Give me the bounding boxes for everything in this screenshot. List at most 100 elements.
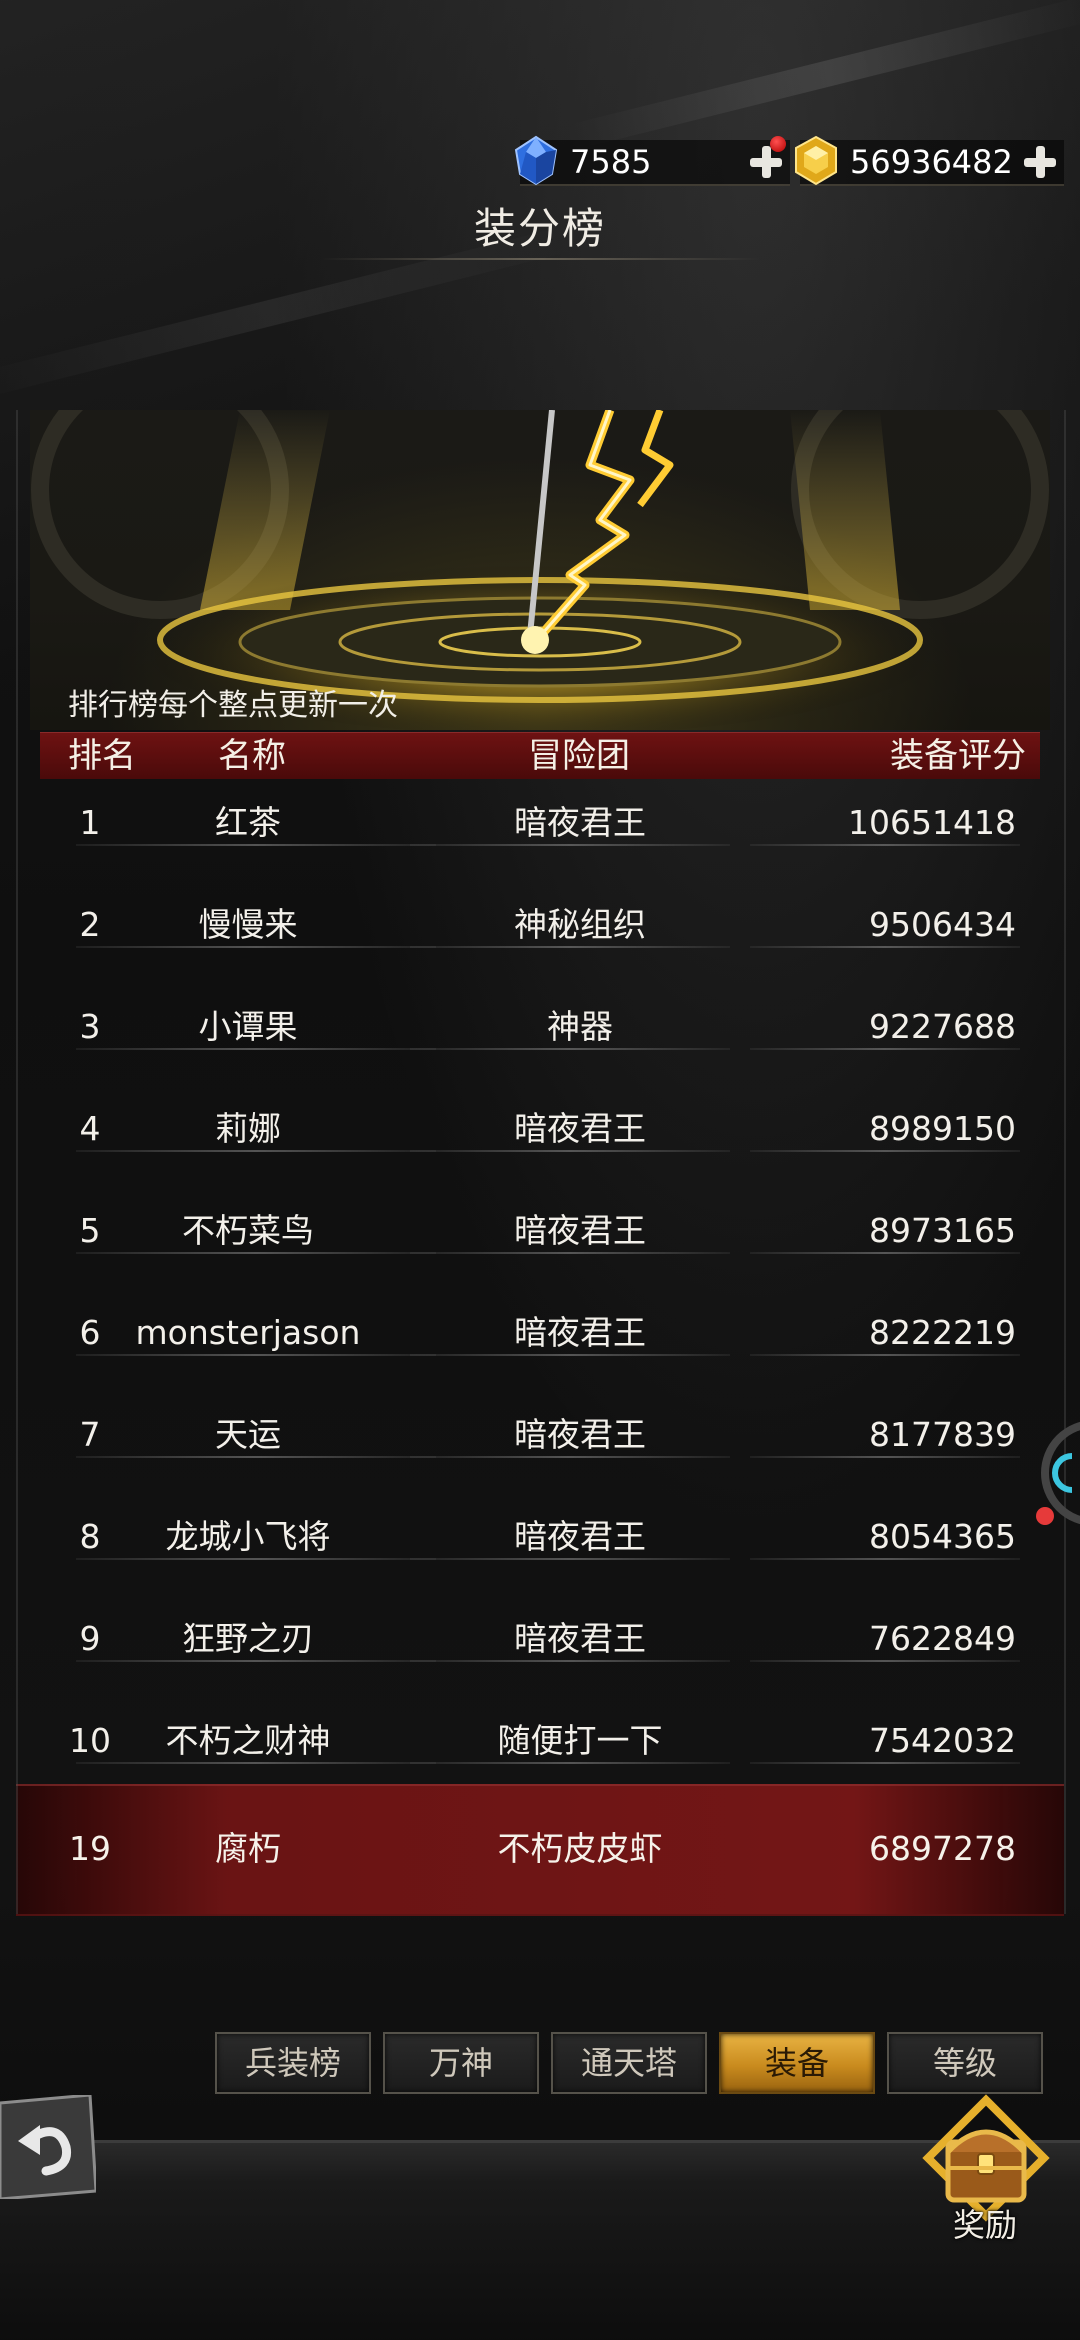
row-divider bbox=[76, 1252, 436, 1254]
table-row[interactable]: 8 龙城小飞将 暗夜君王 8054365 bbox=[40, 1492, 1040, 1594]
name-cell: 狂野之刃 bbox=[182, 1619, 314, 1658]
title-divider bbox=[320, 258, 760, 260]
row-divider bbox=[76, 844, 436, 846]
header-name: 名称 bbox=[218, 736, 286, 776]
guild-cell: 暗夜君王 bbox=[514, 1313, 646, 1352]
tab-equipment[interactable]: 装备 bbox=[719, 2032, 875, 2094]
score-cell: 7622849 bbox=[869, 1619, 1016, 1658]
table-row[interactable]: 2 慢慢来 神秘组织 9506434 bbox=[40, 880, 1040, 982]
my-score: 6897278 bbox=[869, 1829, 1016, 1868]
diamond-icon bbox=[514, 135, 558, 186]
row-divider bbox=[750, 946, 1020, 948]
name-cell: 红茶 bbox=[215, 803, 281, 842]
row-divider bbox=[750, 1252, 1020, 1254]
row-divider bbox=[750, 1660, 1020, 1662]
name-cell: 小谭果 bbox=[198, 1007, 298, 1046]
row-divider bbox=[410, 1048, 730, 1050]
guild-cell: 神秘组织 bbox=[514, 905, 646, 944]
background-streak bbox=[564, 0, 1080, 151]
row-divider bbox=[76, 1762, 436, 1764]
name-cell: 龙城小飞将 bbox=[165, 1517, 331, 1556]
header-guild: 冒险团 bbox=[528, 736, 630, 776]
back-button[interactable] bbox=[0, 2095, 96, 2199]
reward-label[interactable]: 奖励 bbox=[935, 2200, 1035, 2246]
gold-gem-icon bbox=[795, 135, 837, 186]
name-cell: 不朽菜鸟 bbox=[182, 1211, 314, 1250]
side-notification-dot bbox=[1036, 1507, 1054, 1525]
row-divider bbox=[750, 1354, 1020, 1356]
row-divider bbox=[750, 844, 1020, 846]
table-row[interactable]: 10 不朽之财神 随便打一下 7542032 bbox=[40, 1696, 1040, 1798]
score-cell: 8054365 bbox=[869, 1517, 1016, 1556]
table-header: 排名 名称 冒险团 装备评分 bbox=[40, 732, 1040, 779]
table-row[interactable]: 1 红茶 暗夜君王 10651418 bbox=[40, 778, 1040, 880]
row-divider bbox=[410, 946, 730, 948]
row-divider bbox=[76, 1558, 436, 1560]
name-cell: 不朽之财神 bbox=[165, 1721, 331, 1760]
score-cell: 9506434 bbox=[869, 905, 1016, 944]
table-row[interactable]: 6 monsterjason 暗夜君王 8222219 bbox=[40, 1288, 1040, 1390]
guild-cell: 随便打一下 bbox=[497, 1721, 663, 1760]
row-divider bbox=[750, 1048, 1020, 1050]
guild-cell: 暗夜君王 bbox=[514, 1211, 646, 1250]
table-row[interactable]: 4 莉娜 暗夜君王 8989150 bbox=[40, 1084, 1040, 1186]
my-guild: 不朽皮皮虾 bbox=[497, 1829, 663, 1868]
row-divider bbox=[750, 1150, 1020, 1152]
score-cell: 8973165 bbox=[869, 1211, 1016, 1250]
score-cell: 10651418 bbox=[848, 803, 1016, 842]
score-cell: 8177839 bbox=[869, 1415, 1016, 1454]
row-divider bbox=[410, 1150, 730, 1152]
table-row[interactable]: 5 不朽菜鸟 暗夜君王 8973165 bbox=[40, 1186, 1040, 1288]
row-divider bbox=[750, 1558, 1020, 1560]
table-row[interactable]: 3 小谭果 神器 9227688 bbox=[40, 982, 1040, 1084]
row-divider bbox=[750, 1762, 1020, 1764]
row-divider bbox=[410, 1762, 730, 1764]
tab-bingzhuang[interactable]: 兵装榜 bbox=[215, 2032, 371, 2094]
row-divider bbox=[410, 844, 730, 846]
notification-dot bbox=[770, 136, 786, 152]
update-notice: 排行榜每个整点更新一次 bbox=[68, 688, 398, 723]
row-divider bbox=[410, 1354, 730, 1356]
guild-cell: 暗夜君王 bbox=[514, 1415, 646, 1454]
row-divider bbox=[410, 1456, 730, 1458]
leaderboard-screen: 7585 56936482 装分榜 排行榜每个整点更新一次 排名 名称 冒险团 … bbox=[0, 0, 1080, 2340]
gold-currency: 56936482 bbox=[795, 135, 1064, 186]
header-rank: 排名 bbox=[68, 736, 136, 776]
header-score: 装备评分 bbox=[890, 736, 1026, 776]
row-divider bbox=[76, 1150, 436, 1152]
add-gold-button[interactable] bbox=[1022, 144, 1058, 180]
tab-tongtianta[interactable]: 通天塔 bbox=[551, 2032, 707, 2094]
diamond-currency: 7585 bbox=[514, 135, 790, 186]
gold-amount: 56936482 bbox=[850, 143, 1013, 181]
my-name: 腐朽 bbox=[215, 1829, 281, 1868]
row-divider bbox=[410, 1660, 730, 1662]
my-ranking-row: 19 腐朽 不朽皮皮虾 6897278 bbox=[16, 1784, 1064, 1916]
row-divider bbox=[76, 1456, 436, 1458]
row-divider bbox=[750, 1456, 1020, 1458]
table-row[interactable]: 9 狂野之刃 暗夜君王 7622849 bbox=[40, 1594, 1040, 1696]
diamond-amount: 7585 bbox=[570, 143, 652, 181]
row-divider bbox=[410, 1252, 730, 1254]
name-cell: 慢慢来 bbox=[198, 905, 298, 944]
guild-cell: 暗夜君王 bbox=[514, 1619, 646, 1658]
row-divider bbox=[76, 1048, 436, 1050]
row-divider bbox=[76, 946, 436, 948]
guild-cell: 暗夜君王 bbox=[514, 1109, 646, 1148]
ranking-list: 1 红茶 暗夜君王 10651418 2 慢慢来 神秘组织 9506434 3 小谭果 神器 9227… bbox=[40, 778, 1040, 1798]
row-divider bbox=[76, 1354, 436, 1356]
name-cell: monsterjason bbox=[135, 1313, 361, 1352]
score-cell: 8989150 bbox=[869, 1109, 1016, 1148]
page-title: 装分榜 bbox=[473, 204, 606, 253]
ranking-tabs: 兵装榜 万神 通天塔 装备 等级 bbox=[215, 2032, 1043, 2094]
tab-wanshen[interactable]: 万神 bbox=[383, 2032, 539, 2094]
bottom-ground bbox=[0, 2140, 1080, 2340]
score-cell: 7542032 bbox=[869, 1721, 1016, 1760]
name-cell: 莉娜 bbox=[215, 1109, 281, 1148]
tab-level[interactable]: 等级 bbox=[887, 2032, 1043, 2094]
table-row[interactable]: 7 天运 暗夜君王 8177839 bbox=[40, 1390, 1040, 1492]
row-divider bbox=[76, 1660, 436, 1662]
guild-cell: 暗夜君王 bbox=[514, 803, 646, 842]
guild-cell: 神器 bbox=[547, 1007, 613, 1046]
row-divider bbox=[410, 1558, 730, 1560]
guild-cell: 暗夜君王 bbox=[514, 1517, 646, 1556]
